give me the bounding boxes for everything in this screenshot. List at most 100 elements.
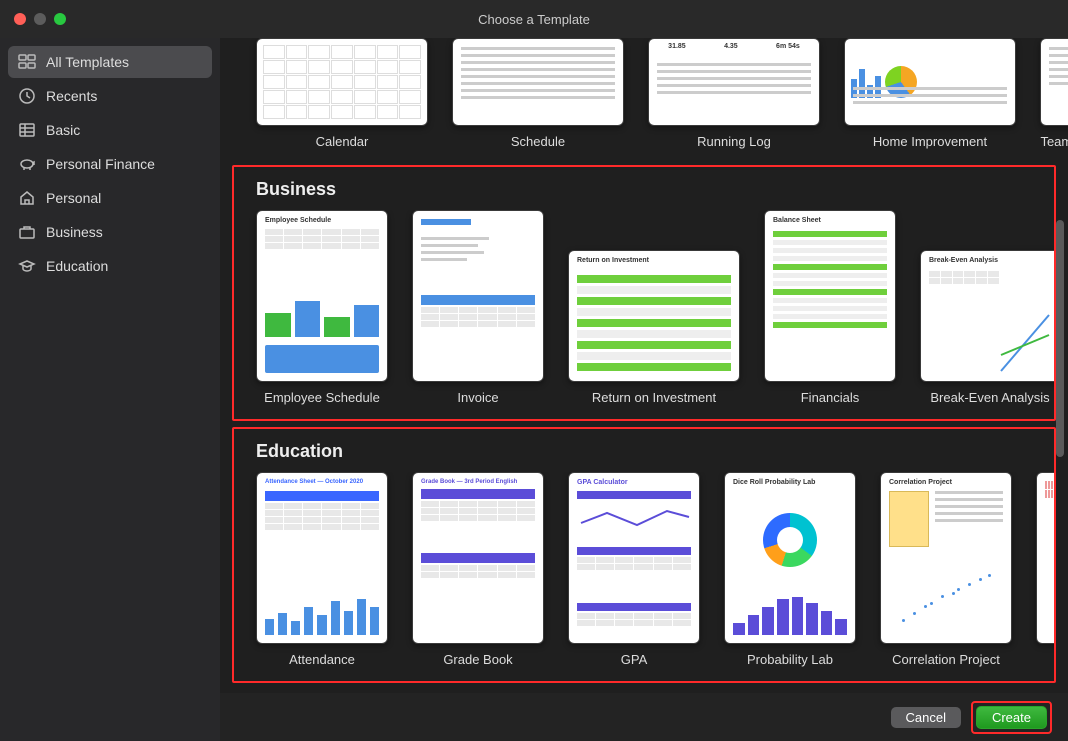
template-label: Return on Investment <box>592 390 716 405</box>
sidebar-item-personal[interactable]: Personal <box>8 182 212 214</box>
template-attendance[interactable]: Attendance Sheet — October 2020 Attendan… <box>256 472 388 667</box>
template-thumb: Attendance Sheet — October 2020 <box>256 472 388 644</box>
template-thumb: Dice Roll Probability Lab <box>724 472 856 644</box>
template-label: Invoice <box>457 390 498 405</box>
thumb-title: Break-Even Analysis <box>929 257 998 264</box>
create-button[interactable]: Create <box>976 706 1047 729</box>
close-window-button[interactable] <box>14 13 26 25</box>
template-label: Calendar <box>316 134 369 149</box>
sidebar-item-basic[interactable]: Basic <box>8 114 212 146</box>
template-label: Correlation Project <box>892 652 1000 667</box>
running-stat: 31.85 <box>668 43 686 50</box>
grid-icon <box>18 53 36 71</box>
thumb-title: GPA Calculator <box>577 479 628 486</box>
template-thumb <box>452 38 624 126</box>
template-return-on-investment[interactable]: Return on Investment Return on Investmen… <box>568 250 740 405</box>
thumb-title: Return on Investment <box>577 257 649 264</box>
template-label: Attendance <box>289 652 355 667</box>
piggy-bank-icon <box>18 155 36 173</box>
home-icon <box>18 189 36 207</box>
template-invoice[interactable]: Invoice <box>412 210 544 405</box>
template-chooser-window: Choose a Template All Templates Recents … <box>0 0 1068 741</box>
section-title-business: Business <box>234 179 1054 210</box>
template-thumb: GPA Calculator <box>568 472 700 644</box>
zoom-window-button[interactable] <box>54 13 66 25</box>
template-thumb: Employee Schedule <box>256 210 388 382</box>
graduation-cap-icon <box>18 257 36 275</box>
body: All Templates Recents Basic Personal Fin… <box>0 38 1068 741</box>
template-thumb: Correlation Project <box>880 472 1012 644</box>
template-thumb <box>256 38 428 126</box>
template-label: Home Improvement <box>873 134 987 149</box>
footer: Cancel Create <box>220 693 1068 741</box>
template-correlation-project[interactable]: Correlation Project Correlation Project <box>880 472 1012 667</box>
template-thumb: 31.85 4.35 6m 54s <box>648 38 820 126</box>
template-label: Running Log <box>697 134 771 149</box>
thumb-title: Balance Sheet <box>773 217 821 224</box>
template-thumb: Return on Investment <box>568 250 740 382</box>
sidebar-item-all-templates[interactable]: All Templates <box>8 46 212 78</box>
scrollbar-thumb[interactable] <box>1056 220 1064 457</box>
template-thumb: Grade Book — 3rd Period English <box>412 472 544 644</box>
template-label: GPA <box>621 652 648 667</box>
template-thumb: Break-Even Analysis <box>920 250 1054 382</box>
sidebar-item-education[interactable]: Education <box>8 250 212 282</box>
template-row-education: Attendance Sheet — October 2020 Attendan… <box>234 472 1054 667</box>
template-scroll-area[interactable]: Calendar Schedule 31.85 4.35 <box>220 38 1068 693</box>
template-probability-lab[interactable]: Dice Roll Probability Lab Probability La… <box>724 472 856 667</box>
sidebar-item-label: Business <box>46 224 103 240</box>
sidebar-item-label: Personal Finance <box>46 156 155 172</box>
template-running-log[interactable]: 31.85 4.35 6m 54s Running Log <box>648 38 820 149</box>
cancel-button[interactable]: Cancel <box>891 707 961 728</box>
create-button-highlight: Create <box>971 701 1052 734</box>
template-label: Employee Schedule <box>264 390 380 405</box>
template-label: Break-Even Analysis <box>930 390 1049 405</box>
sidebar-item-label: Basic <box>46 122 80 138</box>
briefcase-icon <box>18 223 36 241</box>
sidebar-item-label: All Templates <box>46 54 129 70</box>
template-break-even-analysis[interactable]: Break-Even Analysis Break-Even Analysis <box>920 250 1054 405</box>
template-label: Schedule <box>511 134 565 149</box>
template-education-extra[interactable] <box>1036 472 1054 667</box>
sidebar: All Templates Recents Basic Personal Fin… <box>0 38 220 741</box>
main-panel: Calendar Schedule 31.85 4.35 <box>220 38 1068 741</box>
thumb-title: Employee Schedule <box>265 217 331 224</box>
template-label: Grade Book <box>443 652 512 667</box>
thumb-title: Attendance Sheet — October 2020 <box>265 479 363 485</box>
scrollbar[interactable] <box>1056 58 1066 681</box>
template-thumb: Balance Sheet <box>764 210 896 382</box>
thumb-title: Grade Book — 3rd Period English <box>421 479 517 485</box>
section-title-education: Education <box>234 441 1054 472</box>
template-gpa[interactable]: GPA Calculator GPA <box>568 472 700 667</box>
template-employee-schedule[interactable]: Employee Schedule Employee Schedule <box>256 210 388 405</box>
minimize-window-button[interactable] <box>34 13 46 25</box>
template-grade-book[interactable]: Grade Book — 3rd Period English Grade Bo… <box>412 472 544 667</box>
titlebar: Choose a Template <box>0 0 1068 38</box>
template-label: Financials <box>801 390 860 405</box>
spreadsheet-icon <box>18 121 36 139</box>
template-financials[interactable]: Balance Sheet Financials <box>764 210 896 405</box>
template-row-business: Employee Schedule Employee Schedule <box>234 210 1054 405</box>
sidebar-item-recents[interactable]: Recents <box>8 80 212 112</box>
thumb-title: Dice Roll Probability Lab <box>733 479 815 486</box>
thumb-title: Correlation Project <box>889 479 952 486</box>
sidebar-item-personal-finance[interactable]: Personal Finance <box>8 148 212 180</box>
template-thumb <box>1036 472 1054 644</box>
template-label: Probability Lab <box>747 652 833 667</box>
sidebar-item-business[interactable]: Business <box>8 216 212 248</box>
running-stat: 6m 54s <box>776 43 800 50</box>
sidebar-item-label: Education <box>46 258 108 274</box>
section-business: Business Employee Schedule E <box>232 165 1056 421</box>
template-calendar[interactable]: Calendar <box>256 38 428 149</box>
template-thumb <box>412 210 544 382</box>
section-education: Education Attendance Sheet — October 202… <box>232 427 1056 683</box>
running-stat: 4.35 <box>724 43 738 50</box>
sidebar-item-label: Personal <box>46 190 101 206</box>
clock-icon <box>18 87 36 105</box>
template-row-partial: Calendar Schedule 31.85 4.35 <box>220 38 1068 159</box>
window-title: Choose a Template <box>478 12 590 27</box>
sidebar-item-label: Recents <box>46 88 97 104</box>
template-schedule[interactable]: Schedule <box>452 38 624 149</box>
template-thumb <box>844 38 1016 126</box>
template-home-improvement[interactable]: Home Improvement <box>844 38 1016 149</box>
